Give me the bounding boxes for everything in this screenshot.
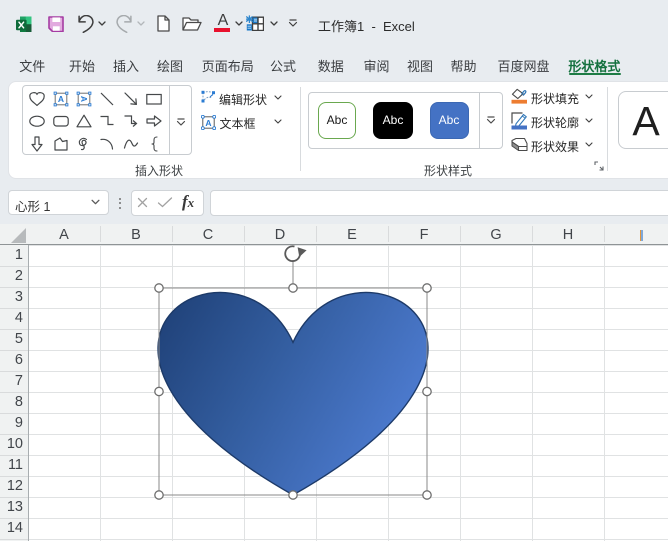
svg-text:A: A — [205, 118, 211, 128]
svg-text:A: A — [58, 94, 64, 104]
svg-text:A: A — [79, 95, 89, 101]
